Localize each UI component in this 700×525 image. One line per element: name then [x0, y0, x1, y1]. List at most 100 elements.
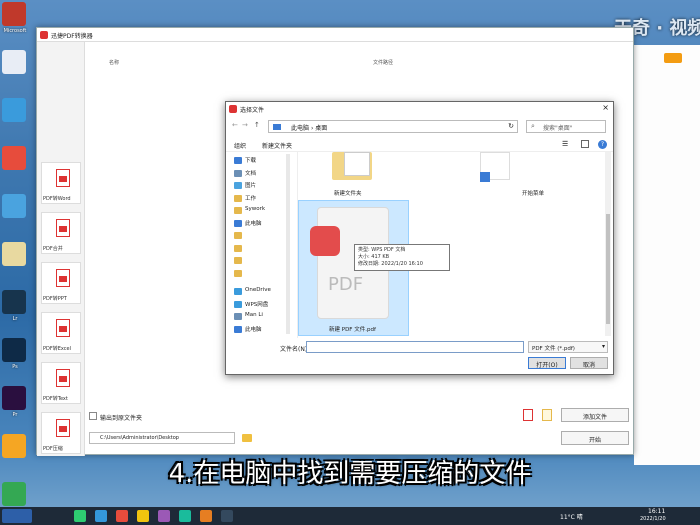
filetype-select[interactable]: PDF 文件 (*.pdf) ▾: [528, 341, 608, 353]
computer-icon: [273, 124, 281, 130]
search-icon: ⌕: [531, 122, 535, 130]
add-file-label: 添加文件: [582, 414, 607, 421]
add-file-button[interactable]: 添加文件: [561, 408, 629, 422]
folder-browse-icon[interactable]: [242, 434, 252, 442]
view-options-icon[interactable]: ☰: [562, 140, 568, 148]
taskbar-app-icon[interactable]: [179, 510, 191, 522]
sidebar-tool-label: PDF转Excel: [43, 346, 71, 352]
wps-pdf-logo-icon: [310, 226, 340, 256]
back-icon[interactable]: ←: [232, 121, 238, 129]
sidebar-tool-tile[interactable]: PDF转Word: [41, 162, 81, 204]
refresh-icon[interactable]: ↻: [508, 122, 514, 130]
address-bar[interactable]: 此电脑 › 桌面 ↻: [268, 120, 518, 133]
organize-button[interactable]: 组织: [234, 141, 246, 150]
desktop-app-icon[interactable]: [2, 290, 26, 314]
sidebar-tool-tile[interactable]: PDF转Excel: [41, 312, 81, 354]
desktop-app-icon[interactable]: [2, 194, 26, 218]
nav-pane-item[interactable]: Man Li: [234, 312, 263, 322]
nav-item-label: Man Li: [245, 312, 263, 318]
file-item-folder[interactable]: 新建文件夹: [318, 152, 378, 198]
help-icon[interactable]: ?: [598, 140, 607, 149]
preview-pane-icon[interactable]: [581, 140, 589, 148]
output-original-checkbox[interactable]: [89, 412, 97, 420]
nav-scrollbar[interactable]: [286, 154, 290, 334]
file-type-icon-folder[interactable]: [542, 409, 552, 421]
nav-pane-item[interactable]: 此电脑: [234, 219, 262, 229]
output-path-value: C:\Users\Administrator\Desktop: [100, 435, 179, 441]
tooltip-size: 大小: 417 KB: [358, 254, 390, 260]
taskbar-app-icon[interactable]: [116, 510, 128, 522]
nav-pane-item[interactable]: [234, 256, 245, 266]
nav-pane-item[interactable]: 下载: [234, 156, 256, 166]
desktop-app-label: Lr: [12, 316, 18, 322]
address-segment-pc[interactable]: 此电脑: [291, 125, 309, 132]
new-folder-button[interactable]: 新建文件夹: [262, 141, 292, 150]
taskbar-app-icon[interactable]: [74, 510, 86, 522]
up-icon[interactable]: ↑: [254, 121, 260, 129]
pdf-tool-icon: [56, 319, 70, 337]
tooltip-type: 类型: WPS PDF 文档: [358, 247, 406, 253]
nav-pane-item[interactable]: WPS网盘: [234, 300, 268, 310]
taskbar-app-icon[interactable]: [221, 510, 233, 522]
right-panel: [634, 45, 700, 465]
desktop-app-icon[interactable]: [2, 50, 26, 74]
sidebar-tool-tile[interactable]: PDF转PPT: [41, 262, 81, 304]
desktop-app-icon[interactable]: [2, 2, 26, 26]
taskbar-app-icon[interactable]: [158, 510, 170, 522]
taskbar-app-icon[interactable]: [200, 510, 212, 522]
filename-label: 文件名(N):: [280, 346, 310, 353]
start-button[interactable]: [2, 509, 32, 523]
content-scrollbar[interactable]: [605, 152, 611, 336]
video-caption: 4.在电脑中找到需要压缩的文件: [168, 459, 532, 489]
nav-pane-item[interactable]: [234, 231, 245, 241]
filename-input[interactable]: [306, 341, 524, 353]
nav-pane-item[interactable]: 图片: [234, 181, 256, 191]
desktop-app-icon[interactable]: [2, 242, 26, 266]
address-segment-desktop[interactable]: 桌面: [315, 125, 327, 132]
nav-item-label: 文档: [245, 170, 257, 177]
desktop-app-icon[interactable]: [2, 146, 26, 170]
taskbar-app-icon[interactable]: [137, 510, 149, 522]
sidebar-tool-tile[interactable]: PDF合并: [41, 212, 81, 254]
nav-item-icon: [234, 244, 242, 252]
nav-pane-item[interactable]: Sywork: [234, 206, 265, 216]
output-original-label: 输出到原文件夹: [100, 415, 143, 422]
nav-pane-item[interactable]: 工作: [234, 194, 256, 204]
column-header-name: 名称: [109, 60, 120, 66]
nav-pane-item[interactable]: [234, 244, 245, 254]
tooltip-modified: 修改日期: 2022/1/20 16:10: [358, 261, 423, 267]
cancel-button[interactable]: 取消: [570, 357, 608, 369]
open-button[interactable]: 打开(O): [528, 357, 566, 369]
file-item-shortcut-label: 开始菜单: [522, 191, 545, 197]
sidebar-tool-tile[interactable]: PDF转Text: [41, 362, 81, 404]
output-path-field[interactable]: C:\Users\Administrator\Desktop: [89, 432, 235, 444]
nav-pane-item[interactable]: 此电脑: [234, 325, 262, 335]
desktop-app-icon[interactable]: [2, 98, 26, 122]
nav-pane-item[interactable]: OneDrive: [234, 287, 271, 297]
desktop-app-label: Pr: [12, 412, 18, 418]
search-input[interactable]: ⌕ 搜索"桌面": [526, 120, 606, 133]
app-title: 迅捷PDF转换器: [51, 33, 93, 40]
brand-icon: [664, 53, 682, 63]
desktop-app-label: Microsoft: [3, 28, 27, 34]
sidebar-tool-tile[interactable]: PDF压缩: [41, 412, 81, 454]
pdf-label-icon: PDF: [328, 274, 364, 295]
nav-pane-item[interactable]: [234, 269, 245, 279]
close-icon[interactable]: ×: [602, 103, 609, 112]
forward-icon[interactable]: →: [242, 121, 248, 129]
file-item-pdf-label: 新建 PDF 文件.pdf: [329, 327, 376, 333]
file-item-shortcut[interactable]: 开始菜单: [478, 152, 544, 198]
start-label: 开始: [588, 437, 601, 444]
content-scrollbar-thumb[interactable]: [606, 214, 610, 324]
start-button[interactable]: 开始: [561, 431, 629, 445]
dialog-app-icon: [229, 105, 237, 113]
file-type-icon-pdf[interactable]: [523, 409, 533, 421]
file-item-folder-label: 新建文件夹: [334, 191, 362, 197]
desktop-app-icon[interactable]: [2, 386, 26, 410]
desktop-app-icon[interactable]: [2, 338, 26, 362]
taskbar-app-icon[interactable]: [95, 510, 107, 522]
nav-pane-item[interactable]: 文档: [234, 169, 256, 179]
folder-doc-icon: [344, 152, 370, 176]
app-titlebar: 迅捷PDF转换器: [37, 28, 633, 42]
nav-item-label: 图片: [245, 183, 257, 189]
